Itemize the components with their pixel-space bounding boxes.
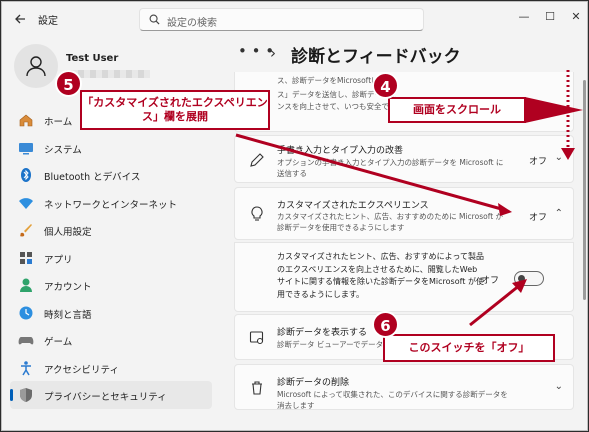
sidebar-item-personalization[interactable]: 個人用設定 — [10, 216, 212, 244]
maximize-button[interactable]: ☐ — [537, 6, 563, 28]
tailored-experiences-expanded: カスタマイズされたヒント、広告、おすすめによって製品のエクスペリエンスを向上させ… — [234, 242, 574, 312]
close-button[interactable]: ✕ — [563, 6, 587, 28]
minimize-button[interactable]: — — [511, 6, 537, 28]
card-title: 手書き入力とタイプ入力の改善 — [277, 146, 404, 156]
home-icon — [19, 114, 33, 127]
brush-icon — [20, 224, 32, 237]
search-placeholder: 設定の検索 — [167, 18, 217, 29]
sidebar-item-label: システム — [44, 144, 82, 156]
time-language-icon — [19, 306, 33, 319]
sidebar-item-apps[interactable]: アプリ — [10, 244, 212, 272]
sidebar-nav: ホーム システム Bluetooth とデバイス ネットワークとインターネット … — [10, 106, 212, 409]
back-button[interactable] — [10, 9, 30, 29]
system-icon — [19, 142, 33, 154]
sidebar-item-label: 時刻と言語 — [44, 309, 92, 321]
improve-inking-typing-card[interactable]: 手書き入力とタイプ入力の改善 オプションの手書き入力とタイプ入力の診断データを … — [234, 135, 574, 183]
user-name: Test User — [66, 53, 119, 64]
chevron-up-icon[interactable]: ⌃ — [555, 208, 563, 219]
title-bar: 設定 設定の検索 — ☐ ✕ — [2, 2, 587, 36]
data-viewer-icon — [249, 331, 264, 345]
card-state: オフ — [528, 157, 547, 167]
chevron-down-icon[interactable]: ⌄ — [555, 381, 563, 392]
callout-6: このスイッチを「オフ」 — [383, 334, 555, 362]
search-input[interactable]: 設定の検索 — [139, 8, 424, 31]
page-title: 診断とフィードバック — [291, 47, 461, 67]
chevron-down-icon[interactable]: ⌄ — [555, 152, 563, 163]
sidebar-item-label: Bluetooth とデバイス — [44, 172, 141, 183]
toggle-knob — [518, 275, 525, 282]
sidebar-item-label: アクセシビリティ — [44, 364, 119, 376]
sidebar-item-time-language[interactable]: 時刻と言語 — [10, 299, 212, 327]
breadcrumb-overflow[interactable]: • • • — [238, 42, 274, 60]
settings-content: ス、診断データをMicrosoftに送信 ス」データを送信し、診断データを ンス… — [234, 72, 578, 430]
game-icon — [18, 337, 34, 345]
search-icon — [149, 14, 160, 25]
sidebar-item-accounts[interactable]: アカウント — [10, 271, 212, 299]
callout-5: 「カスタマイズされたエクスペリエンス」欄を展開 — [80, 90, 270, 130]
sidebar-item-label: アカウント — [44, 282, 92, 293]
callout-4: 画面をスクロール — [388, 97, 526, 123]
callout-5-badge: 5 — [55, 70, 82, 97]
sidebar-item-system[interactable]: システム — [10, 134, 212, 162]
bluetooth-icon — [21, 168, 31, 182]
avatar — [14, 44, 58, 88]
tailored-experiences-toggle[interactable] — [514, 271, 544, 286]
sidebar-item-label: 個人用設定 — [44, 227, 92, 238]
network-icon — [19, 197, 33, 209]
expanded-description: カスタマイズされたヒント、広告、おすすめによって製品のエクスペリエンスを向上させ… — [277, 252, 484, 299]
tailored-experiences-card[interactable]: カスタマイズされたエクスペリエンス カスタマイズされたヒント、広告、おすすめのた… — [234, 187, 574, 240]
card-desc: カスタマイズされたヒント、広告、おすすめのために Microsoft が診断デー… — [277, 212, 504, 232]
card-title: カスタマイズされたエクスペリエンス — [277, 201, 429, 211]
shield-icon — [20, 388, 32, 402]
sidebar-item-label: ネットワークとインターネット — [44, 199, 178, 211]
card-title: 診断データの削除 — [277, 378, 350, 388]
account-icon — [20, 278, 32, 292]
accessibility-icon — [21, 360, 31, 375]
callout-4-badge: 4 — [372, 72, 399, 99]
sidebar-item-label: プライバシーとセキュリティ — [44, 392, 167, 403]
card-state: オフ — [528, 213, 547, 223]
sidebar-item-accessibility[interactable]: アクセシビリティ — [10, 354, 212, 382]
back-arrow-icon — [15, 14, 25, 24]
sidebar-item-gaming[interactable]: ゲーム — [10, 326, 212, 354]
app-title: 設定 — [38, 16, 58, 27]
trash-icon — [252, 381, 262, 395]
settings-window: 設定 設定の検索 — ☐ ✕ Test User ホーム システム Blueto… — [1, 1, 588, 431]
sidebar-item-privacy-security[interactable]: プライバシーとセキュリティ — [10, 381, 212, 409]
pen-icon — [250, 153, 264, 167]
callout-6-badge: 6 — [372, 311, 399, 338]
breadcrumb-separator: › — [270, 44, 276, 62]
card-desc: オプションの手書き入力とタイプ入力の診断データを Microsoft に送信する — [277, 158, 504, 178]
sidebar-item-label: ホーム — [44, 117, 73, 128]
card-title: 診断データを表示する — [277, 328, 368, 338]
toggle-state-label: オフ — [480, 276, 499, 286]
apps-icon — [20, 251, 32, 264]
card-desc: Microsoft によって収集された、このデバイスに関する診断データを消去しま… — [277, 390, 508, 410]
sidebar-item-bluetooth[interactable]: Bluetooth とデバイス — [10, 161, 212, 189]
lightbulb-icon — [251, 206, 263, 221]
scrollbar[interactable] — [583, 80, 586, 300]
sidebar-item-label: アプリ — [44, 254, 73, 266]
sidebar-item-network[interactable]: ネットワークとインターネット — [10, 189, 212, 217]
delete-diagnostic-data-card[interactable]: 診断データの削除 Microsoft によって収集された、このデバイスに関する診… — [234, 364, 574, 410]
user-icon — [26, 56, 46, 77]
sidebar-item-label: ゲーム — [44, 337, 73, 348]
